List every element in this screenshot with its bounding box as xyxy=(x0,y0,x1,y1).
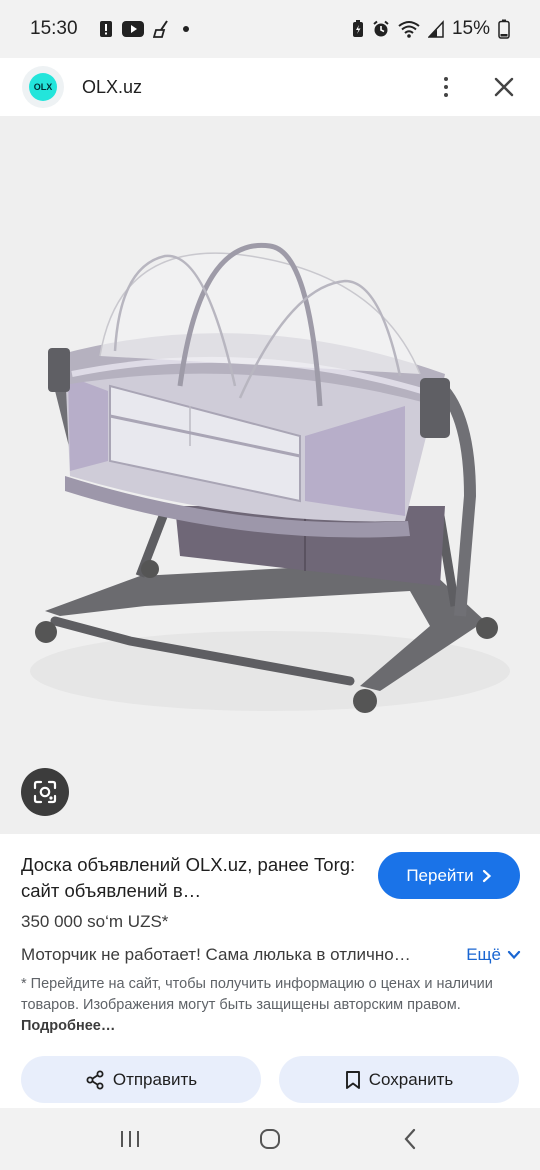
home-icon[interactable] xyxy=(250,1119,290,1159)
site-favicon: OLX xyxy=(22,66,64,108)
recent-apps-icon[interactable] xyxy=(110,1119,150,1159)
site-name[interactable]: OLX.uz xyxy=(82,77,142,98)
description: Моторчик не работает! Сама люлька в отли… xyxy=(21,945,411,964)
screen: 15:30 15% OLX OLX.uz Доска объявлений OL… xyxy=(0,0,540,1170)
bassinet-illustration xyxy=(30,242,510,713)
status-time: 15:30 xyxy=(30,18,78,39)
lens-search-icon[interactable] xyxy=(21,768,69,816)
go-to-site-label: Перейти xyxy=(406,865,474,885)
signal-icon xyxy=(427,20,444,38)
result-title[interactable]: Доска объявлений OLX.uz, ранее Torg: сай… xyxy=(21,852,361,904)
more-button[interactable]: Ещё xyxy=(466,945,521,965)
logo-text: OLX xyxy=(33,82,53,92)
battery-icon xyxy=(498,19,510,39)
more-label: Ещё xyxy=(466,945,501,964)
chevron-right-icon xyxy=(482,869,491,882)
go-to-site-button[interactable]: Перейти xyxy=(378,852,520,899)
price: 350 000 so‘m UZS* xyxy=(21,912,169,931)
disclaimer: * Перейдите на сайт, чтобы получить инфо… xyxy=(21,974,521,1037)
back-icon[interactable] xyxy=(390,1119,430,1159)
product-image[interactable] xyxy=(0,116,540,834)
status-bar: 15:30 15% xyxy=(0,0,540,58)
learn-more-link[interactable]: Подробнее… xyxy=(21,1018,115,1034)
share-button[interactable]: Отправить xyxy=(21,1056,261,1103)
more-options-icon[interactable] xyxy=(432,73,460,101)
share-icon xyxy=(86,1070,104,1089)
alarm-icon xyxy=(372,20,390,38)
save-label: Сохранить xyxy=(368,1069,454,1089)
status-right: 15% xyxy=(352,18,510,40)
alert-icon xyxy=(99,20,113,38)
cleaning-icon xyxy=(152,20,173,38)
share-label: Отправить xyxy=(112,1069,198,1089)
disclaimer-text: * Перейдите на сайт, чтобы получить инфо… xyxy=(21,976,493,1013)
description-row: Моторчик не работает! Сама люлька в отли… xyxy=(21,942,521,968)
viewer-header: OLX OLX.uz xyxy=(0,58,540,116)
header-actions xyxy=(432,73,518,101)
chevron-down-icon xyxy=(507,950,521,960)
youtube-icon xyxy=(121,21,144,37)
wifi-icon xyxy=(398,20,420,38)
bookmark-icon xyxy=(345,1070,360,1089)
system-nav-bar xyxy=(0,1108,540,1170)
olx-logo-icon: OLX xyxy=(29,73,57,101)
action-row: Отправить Сохранить xyxy=(21,1056,519,1103)
battery-level: 15% xyxy=(451,18,490,39)
battery-saver-icon xyxy=(352,20,364,38)
save-button[interactable]: Сохранить xyxy=(279,1056,519,1103)
status-left: 15:30 xyxy=(30,18,190,40)
close-icon[interactable] xyxy=(490,73,518,101)
result-info: Доска объявлений OLX.uz, ранее Torg: сай… xyxy=(0,834,540,1108)
dot-icon xyxy=(182,25,190,33)
